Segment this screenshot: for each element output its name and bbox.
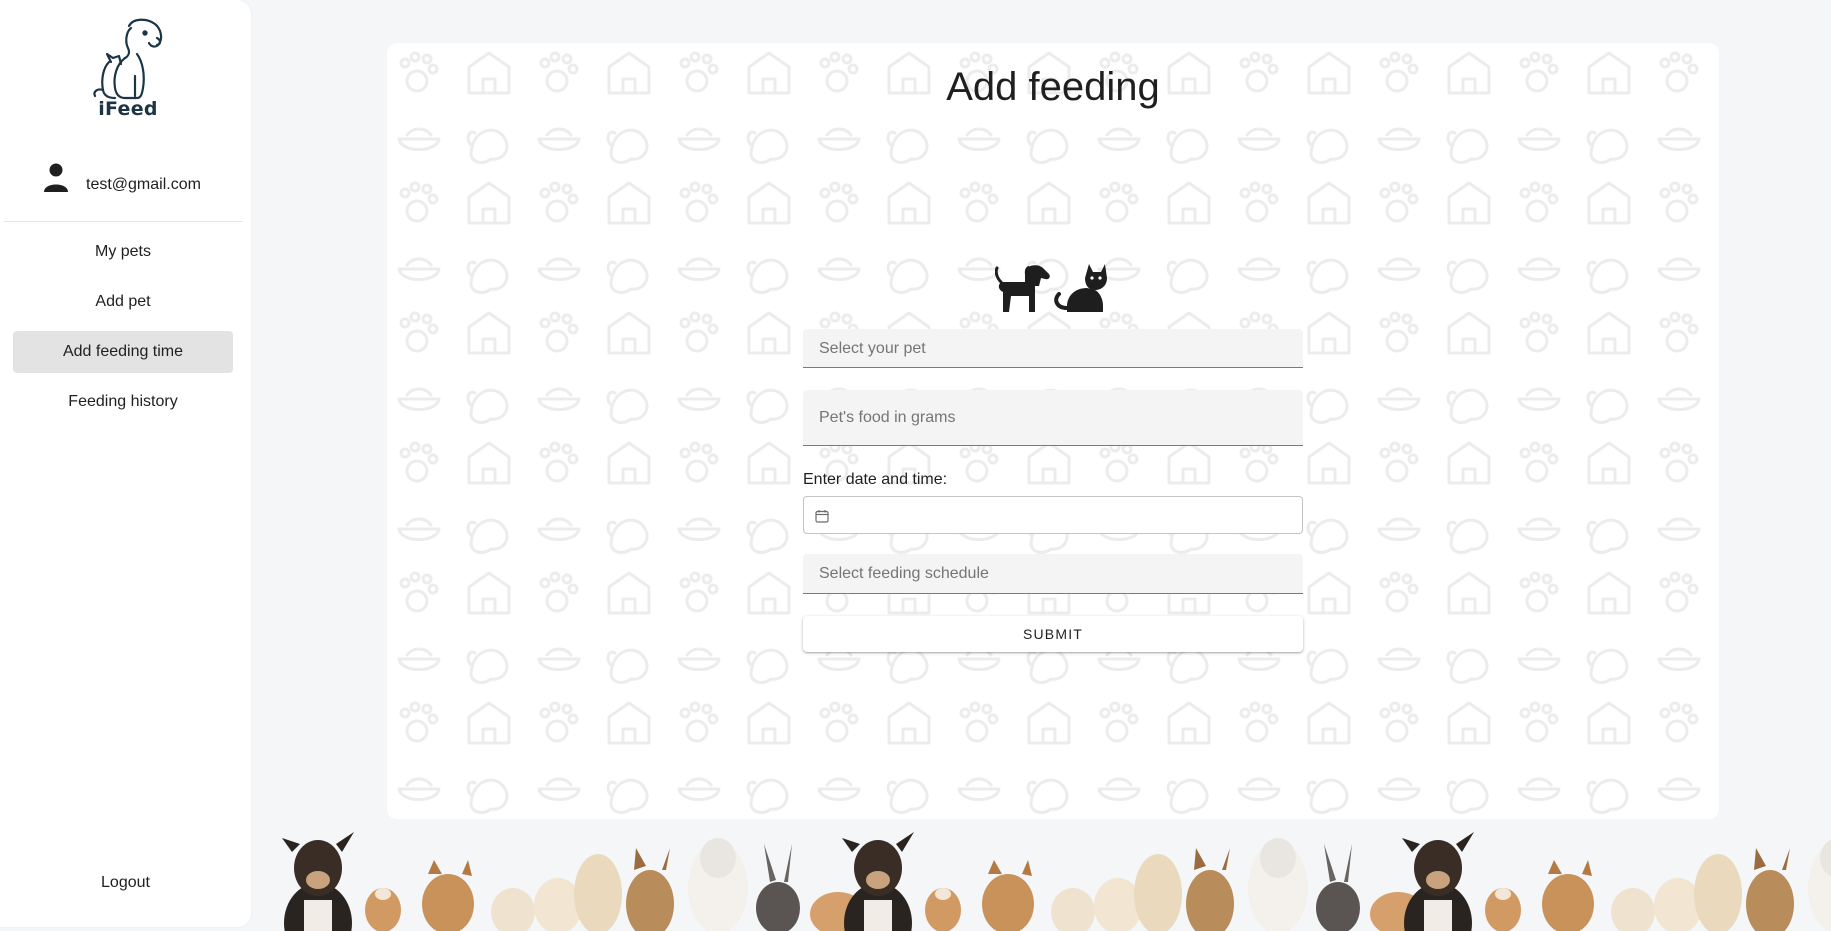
pet-select[interactable]: Select your pet xyxy=(803,329,1303,368)
sidebar-item-feeding-history[interactable]: Feeding history xyxy=(13,381,233,423)
page-title: Add feeding xyxy=(946,65,1160,109)
sidebar-item-add-pet[interactable]: Add pet xyxy=(13,281,233,323)
calendar-icon[interactable] xyxy=(815,509,829,523)
dog-cat-logo-icon xyxy=(93,18,163,100)
submit-button[interactable]: SUBMIT xyxy=(803,616,1303,652)
add-feeding-form: Select your pet Pet's food in grams Ente… xyxy=(803,329,1303,652)
sidebar: iFeed test@gmail.com My pets Add pet Add… xyxy=(0,0,251,927)
sidebar-item-add-feeding-time[interactable]: Add feeding time xyxy=(13,331,233,373)
dog-and-cat-icon xyxy=(995,264,1107,312)
datetime-label: Enter date and time: xyxy=(803,471,948,488)
sidebar-divider xyxy=(4,221,243,222)
pets-banner-image xyxy=(282,832,1831,931)
datetime-input[interactable] xyxy=(803,496,1303,534)
sidebar-nav: My pets Add pet Add feeding time Feeding… xyxy=(13,231,233,431)
user-email: test@gmail.com xyxy=(86,176,201,193)
user-icon xyxy=(44,163,68,192)
ifeed-logo[interactable]: iFeed xyxy=(86,16,170,124)
logout-link[interactable]: Logout xyxy=(0,874,251,892)
user-info: test@gmail.com xyxy=(0,158,251,208)
food-grams-input[interactable]: Pet's food in grams xyxy=(803,390,1303,446)
main-card: Add feeding Select your pet Pet's food i… xyxy=(387,43,1719,819)
feeding-schedule-select[interactable]: Select feeding schedule xyxy=(803,554,1303,594)
sidebar-item-my-pets[interactable]: My pets xyxy=(13,231,233,273)
food-grams-placeholder: Pet's food in grams xyxy=(819,409,956,426)
app-name: iFeed xyxy=(98,98,158,120)
pet-select-placeholder: Select your pet xyxy=(819,340,926,357)
feeding-schedule-placeholder: Select feeding schedule xyxy=(819,565,989,582)
